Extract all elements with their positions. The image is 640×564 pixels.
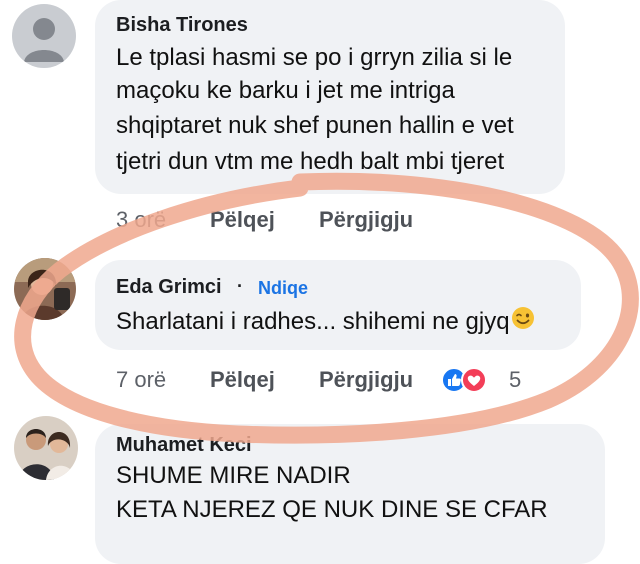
avatar[interactable]: [14, 258, 76, 320]
comment-author[interactable]: Muhamet Keci: [116, 434, 252, 457]
comment-text-line: KETA NJEREZ QE NUK DINE SE CFAR: [116, 496, 548, 523]
comment-author[interactable]: Bisha Tirones: [116, 14, 248, 37]
reaction-summary[interactable]: 5: [441, 365, 521, 395]
comment-text-line: Sharlatani i radhes... shihemi ne gjyq: [116, 306, 535, 339]
comment-text-line: tjetri dun vtm me hedh balt mbi tjeret: [116, 148, 505, 175]
reply-button[interactable]: Përgjigju: [319, 207, 413, 233]
comment-muhamet-keci: Muhamet Keci SHUME MIRE NADIR KETA NJERE…: [0, 410, 640, 564]
avatar[interactable]: [12, 4, 76, 68]
comment-eda-grimci: Eda Grimci · Ndiqe Sharlatani i radhes..…: [0, 250, 640, 410]
comment-author[interactable]: Eda Grimci: [116, 276, 222, 299]
follow-button[interactable]: Ndiqe: [258, 278, 308, 299]
separator-dot: ·: [237, 276, 243, 296]
comment-actions: 7 orë Pëlqej Përgjigju: [0, 367, 640, 397]
comment-text-line: shqiptaret nuk shef punen hallin e vet: [116, 112, 514, 139]
winking-face-icon: [511, 306, 535, 339]
avatar[interactable]: [14, 416, 78, 480]
comment-text-line: Le tplasi hasmi se po i grryn zilia si l…: [116, 44, 513, 71]
comment-text-line: SHUME MIRE NADIR: [116, 462, 351, 489]
comment-text: Sharlatani i radhes... shihemi ne gjyq: [116, 308, 510, 335]
profile-photo-icon: [14, 416, 78, 480]
like-button[interactable]: Pëlqej: [210, 367, 275, 393]
profile-photo-icon: [14, 258, 76, 320]
love-icon: [461, 367, 487, 393]
comment-text-line: maçoku ke barku i jet me intriga: [116, 77, 455, 104]
comment-time[interactable]: 3 orë: [116, 207, 166, 233]
comment-actions: 3 orë Pëlqej Përgjigju: [0, 207, 640, 237]
comment-bisha-tirones: Bisha Tirones Le tplasi hasmi se po i gr…: [0, 0, 640, 240]
default-avatar-icon: [12, 4, 76, 68]
reply-button[interactable]: Përgjigju: [319, 367, 413, 393]
reaction-count: 5: [509, 367, 522, 392]
comment-time[interactable]: 7 orë: [116, 367, 166, 393]
like-button[interactable]: Pëlqej: [210, 207, 275, 233]
